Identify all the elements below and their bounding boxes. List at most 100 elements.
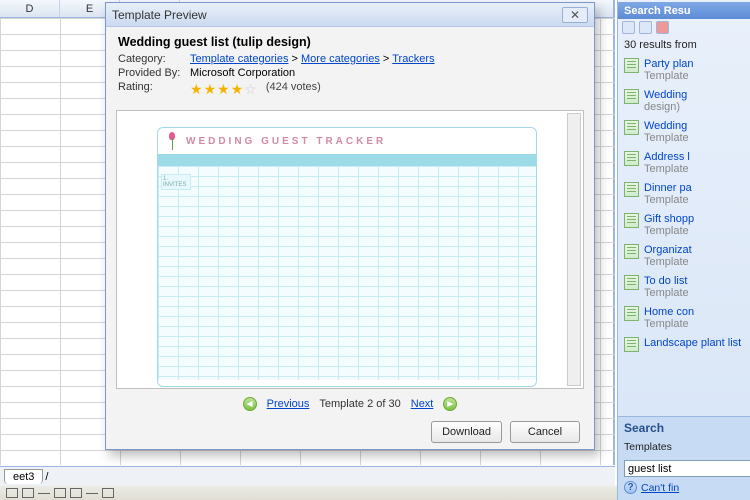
result-item[interactable]: To do listTemplate <box>618 272 750 303</box>
star-full-icon: ★ <box>217 81 231 97</box>
result-item[interactable]: Gift shoppTemplate <box>618 210 750 241</box>
template-doc-icon <box>624 337 639 352</box>
template-doc-icon <box>624 120 639 135</box>
result-subtitle: design) <box>644 101 680 113</box>
result-title: To do list <box>644 275 687 287</box>
provider-name: Microsoft Corporation <box>190 67 295 79</box>
template-metadata: Wedding guest list (tulip design) Catego… <box>106 27 594 104</box>
result-title: Organizat <box>644 244 692 256</box>
result-title: Home con <box>644 306 694 318</box>
star-full-icon: ★ <box>190 81 204 97</box>
preview-title: WEDDING GUEST TRACKER <box>186 136 386 147</box>
rating-label: Rating: <box>118 81 190 98</box>
template-preview-dialog: Template Preview ✕ Wedding guest list (t… <box>105 2 595 450</box>
sheet-tabs: eet3 / <box>0 466 615 486</box>
help-icon[interactable]: ? <box>624 481 637 494</box>
vote-count: (424 votes) <box>266 81 321 98</box>
line-icon[interactable] <box>86 493 98 494</box>
star-empty-icon: ☆ <box>244 81 258 97</box>
result-title: Address l <box>644 151 690 163</box>
result-title: Landscape plant list <box>644 337 741 349</box>
template-doc-icon <box>624 89 639 104</box>
result-item[interactable]: Weddingdesign) <box>618 86 750 117</box>
category-label: Category: <box>118 53 190 65</box>
shape-icon[interactable] <box>6 488 18 498</box>
result-subtitle: Template <box>644 318 689 330</box>
preview-section-label: 1. INVITES <box>161 174 191 190</box>
pane-home-icon[interactable] <box>656 21 669 34</box>
template-doc-icon <box>624 244 639 259</box>
result-item[interactable]: WeddingTemplate <box>618 117 750 148</box>
result-title: Dinner pa <box>644 182 692 194</box>
result-subtitle: Template <box>644 70 689 82</box>
dialog-buttons: Download Cancel <box>106 415 594 449</box>
result-subtitle: Template <box>644 194 689 206</box>
arrow-left-icon[interactable]: ◄ <box>243 397 257 411</box>
provided-by-label: Provided By: <box>118 67 190 79</box>
template-doc-icon <box>624 213 639 228</box>
result-item[interactable]: Landscape plant list <box>618 334 750 356</box>
search-results-pane: Search Resu 30 results from Party planTe… <box>617 0 750 500</box>
star-full-icon: ★ <box>204 81 218 97</box>
result-subtitle: Template <box>644 163 689 175</box>
result-title: Gift shopp <box>644 213 694 225</box>
result-subtitle: Template <box>644 256 689 268</box>
shape-icon[interactable] <box>102 488 114 498</box>
star-full-icon: ★ <box>231 81 245 97</box>
template-doc-icon <box>624 58 639 73</box>
search-input[interactable] <box>624 460 750 477</box>
template-doc-icon <box>624 182 639 197</box>
next-link[interactable]: Next <box>411 398 434 410</box>
column-header[interactable]: D <box>0 0 60 17</box>
search-section: Search Templates ? Can't fin <box>618 416 750 500</box>
search-heading: Search <box>624 421 744 435</box>
pane-toolbar <box>618 19 750 35</box>
result-subtitle: Template <box>644 132 689 144</box>
previous-link[interactable]: Previous <box>267 398 310 410</box>
result-title: Party plan <box>644 58 694 70</box>
template-nav: ◄ Previous Template 2 of 30 Next ► <box>106 393 594 415</box>
preview-scrollbar[interactable] <box>567 113 581 386</box>
templates-label: Templates <box>624 438 672 456</box>
cancel-button[interactable]: Cancel <box>510 421 580 443</box>
template-preview-area: WEDDING GUEST TRACKER 1. INVITES <box>116 110 584 389</box>
download-button[interactable]: Download <box>431 421 502 443</box>
arrow-right-icon[interactable]: ► <box>443 397 457 411</box>
pane-heading: Search Resu <box>618 2 750 19</box>
template-doc-icon <box>624 306 639 321</box>
line-icon[interactable] <box>38 493 50 494</box>
sheet-tab[interactable]: eet3 <box>4 469 43 484</box>
breadcrumb-link[interactable]: Trackers <box>392 53 434 65</box>
shape-icon[interactable] <box>70 488 82 498</box>
rating-stars: ★★★★☆ <box>190 81 258 98</box>
preview-grid <box>158 166 536 380</box>
close-icon[interactable]: ✕ <box>562 7 588 23</box>
dialog-titlebar[interactable]: Template Preview ✕ <box>106 3 594 27</box>
pane-fwd-icon[interactable] <box>639 21 652 34</box>
result-subtitle: Template <box>644 287 689 299</box>
shape-icon[interactable] <box>54 488 66 498</box>
result-item[interactable]: OrganizatTemplate <box>618 241 750 272</box>
template-counter: Template 2 of 30 <box>319 398 400 410</box>
sheet-tab-separator: / <box>45 471 48 483</box>
template-thumbnail: WEDDING GUEST TRACKER 1. INVITES <box>157 127 537 387</box>
breadcrumb: Template categories > More categories > … <box>190 53 435 65</box>
dialog-title: Template Preview <box>112 8 562 22</box>
tulip-icon <box>166 132 180 150</box>
cant-find-link[interactable]: Can't fin <box>641 482 679 494</box>
result-item[interactable]: Home conTemplate <box>618 303 750 334</box>
result-item[interactable]: Party planTemplate <box>618 55 750 86</box>
results-list: Party planTemplateWeddingdesign)WeddingT… <box>618 55 750 416</box>
pane-back-icon[interactable] <box>622 21 635 34</box>
result-subtitle: Template <box>644 225 689 237</box>
results-count: 30 results from <box>618 35 750 55</box>
breadcrumb-link[interactable]: More categories <box>301 53 380 65</box>
result-item[interactable]: Dinner paTemplate <box>618 179 750 210</box>
breadcrumb-link[interactable]: Template categories <box>190 53 288 65</box>
result-item[interactable]: Address lTemplate <box>618 148 750 179</box>
result-title: Wedding <box>644 120 687 132</box>
template-doc-icon <box>624 151 639 166</box>
shape-icon[interactable] <box>22 488 34 498</box>
template-name: Wedding guest list (tulip design) <box>118 35 582 49</box>
result-title: Wedding <box>644 89 687 101</box>
